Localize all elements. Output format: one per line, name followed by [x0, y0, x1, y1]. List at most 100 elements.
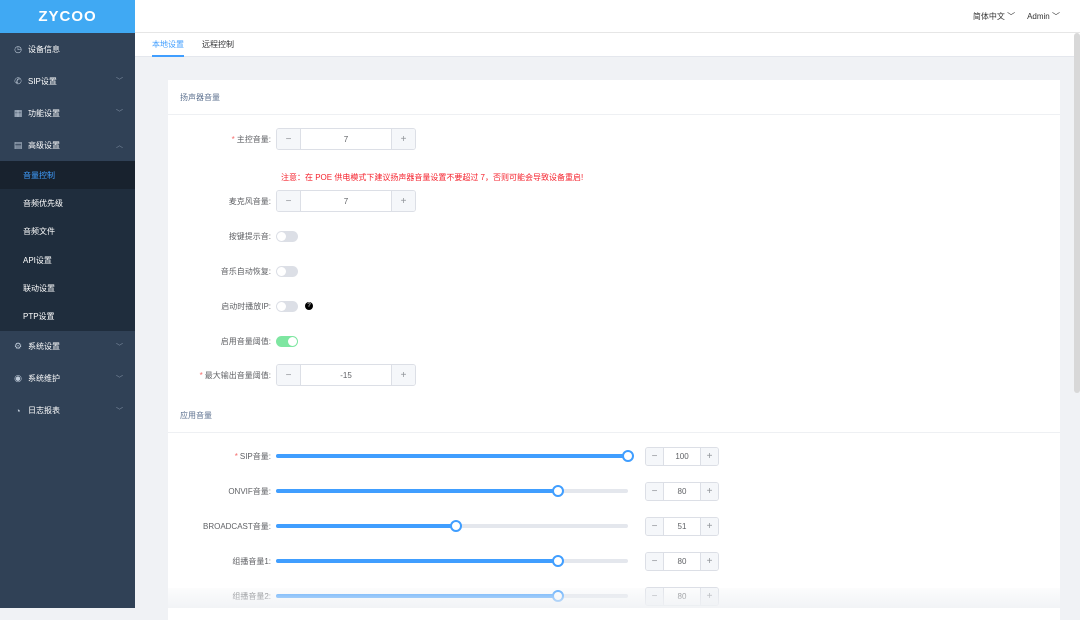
decrement-button[interactable]: − — [277, 129, 300, 149]
boot-ip-row: 启动时播放IP:? — [168, 295, 313, 317]
increment-button[interactable]: + — [701, 447, 718, 465]
volume-slider[interactable] — [276, 485, 628, 497]
chevron-down-icon: ﹀ — [1052, 11, 1060, 21]
decrement-button[interactable]: − — [646, 482, 663, 500]
scrollbar[interactable] — [1074, 33, 1080, 393]
menu-label: 日志报表 — [28, 406, 60, 416]
boot-ip-toggle[interactable] — [276, 300, 298, 312]
volume-stepper[interactable]: −80+ — [645, 481, 719, 501]
sidebar-item-maintenance[interactable]: ◉ 系统维护 ﹀ — [0, 363, 135, 395]
music-resume-toggle[interactable] — [276, 265, 298, 277]
app-volume-row: 组播音量1: −80 + — [168, 550, 719, 572]
menu-label: 系统设置 — [28, 342, 60, 352]
increment-button[interactable]: + — [392, 129, 415, 149]
threshold-enable-row: 启用音量阈值: — [168, 330, 298, 352]
sidebar-item-audio-files[interactable]: 音频文件 — [0, 218, 135, 246]
app-volume-row: * SIP音量: −100 + — [168, 445, 719, 467]
app-volume-row: BROADCAST音量: −51 + — [168, 515, 719, 537]
chevron-down-icon: ﹀ — [1007, 11, 1016, 21]
chevron-up-icon: ︿ — [116, 142, 123, 149]
decrement-button[interactable]: − — [277, 365, 300, 385]
section-title-speaker: 扬声器音量 — [168, 80, 1060, 115]
menu-label: 设备信息 — [28, 44, 60, 54]
chevron-down-icon: ﹀ — [116, 78, 123, 85]
volume-stepper[interactable]: −51 + — [645, 516, 719, 536]
app-volume-row: ONVIF音量: −80 + — [168, 480, 719, 502]
volume-input[interactable]: 51 — [663, 517, 701, 535]
user-dropdown[interactable]: Admin ﹀ — [1027, 11, 1060, 22]
tab-remote-control[interactable]: 远程控制 — [202, 33, 234, 57]
decrement-button[interactable]: − — [646, 517, 663, 535]
increment-button[interactable]: + — [392, 365, 415, 385]
sidebar-item-linkage[interactable]: 联动设置 — [0, 274, 135, 302]
sidebar-item-volume-control[interactable]: 音量控制 — [0, 161, 135, 190]
user-label: Admin — [1027, 11, 1050, 21]
chevron-down-icon: ﹀ — [116, 407, 123, 415]
chevron-down-icon: ﹀ — [116, 375, 123, 383]
sidebar-item-audio-priority[interactable]: 音频优先级 — [0, 189, 135, 217]
menu-label: 系统维护 — [28, 374, 60, 384]
slider-handle[interactable] — [551, 555, 564, 567]
decrement-button[interactable]: − — [277, 191, 300, 211]
gear-icon: ⚙ — [13, 341, 23, 352]
language-dropdown[interactable]: 简体中文 ﹀ — [973, 11, 1015, 22]
volume-slider[interactable] — [276, 520, 628, 532]
scroll-fade — [135, 588, 1080, 608]
increment-button[interactable]: + — [701, 552, 718, 570]
top-header: 简体中文 ﹀ Admin ﹀ — [135, 0, 1080, 33]
slider-fill — [276, 524, 456, 528]
grid-icon: ▦ — [13, 107, 23, 118]
help-icon[interactable]: ? — [305, 302, 313, 310]
slider-label: ONVIF音量: — [168, 486, 276, 497]
tab-local-settings[interactable]: 本地设置 — [152, 33, 184, 57]
volume-slider[interactable] — [276, 450, 634, 462]
maintenance-icon: ◉ — [14, 373, 22, 384]
master-volume-stepper[interactable]: −7 + — [276, 128, 416, 150]
slider-handle[interactable] — [551, 485, 564, 497]
decrement-button[interactable]: − — [646, 552, 663, 570]
sidebar-item-ptp[interactable]: PTP设置 — [0, 302, 135, 330]
volume-stepper[interactable]: −100 + — [645, 446, 719, 466]
slider-fill — [276, 454, 628, 458]
advanced-submenu: 音量控制 音频优先级 音频文件 API设置 联动设置 PTP设置 — [0, 161, 135, 331]
key-tone-row: 按键提示音: — [168, 225, 298, 247]
sidebar-item-sip[interactable]: ✆ SIP设置 ﹀ — [0, 65, 135, 97]
volume-input[interactable]: 80 — [663, 482, 701, 500]
master-volume-input[interactable]: 7 — [300, 129, 392, 149]
master-volume-row: * 主控音量: −7 + — [168, 128, 416, 150]
master-volume-label: * 主控音量: — [231, 134, 271, 144]
slider-handle[interactable] — [449, 520, 462, 532]
slider-handle[interactable] — [622, 450, 634, 462]
volume-input[interactable]: 100 — [663, 447, 701, 465]
slider-fill — [276, 489, 558, 493]
threshold-enable-toggle[interactable] — [276, 335, 298, 347]
chevron-down-icon: ﹀ — [116, 343, 123, 351]
tabs: 本地设置 远程控制 — [135, 33, 1080, 57]
max-output-stepper[interactable]: − -15 + — [276, 364, 416, 386]
mic-volume-input[interactable]: 7 — [300, 191, 392, 211]
volume-slider[interactable] — [276, 555, 628, 567]
mic-volume-row: 麦克风音量: −7 + — [168, 190, 416, 212]
increment-button[interactable]: + — [701, 482, 718, 500]
key-tone-toggle[interactable] — [276, 230, 298, 242]
increment-button[interactable]: + — [701, 517, 718, 535]
max-output-input[interactable]: -15 — [300, 365, 392, 385]
sidebar-item-function[interactable]: ▦ 功能设置 ﹀ — [0, 97, 135, 129]
sidebar-item-system[interactable]: ⚙ 系统设置 ﹀ — [0, 331, 135, 363]
mic-volume-stepper[interactable]: −7 + — [276, 190, 416, 212]
sidebar-item-api[interactable]: API设置 — [0, 246, 135, 274]
sidebar-item-logs[interactable]: ◔ 日志报表 ﹀ — [0, 395, 135, 427]
mic-volume-label: 麦克风音量: — [228, 196, 271, 206]
max-output-label: * 最大输出音量阈值: — [199, 370, 271, 380]
sidebar-item-device-info[interactable]: ◷ 设备信息 — [0, 33, 135, 65]
logo: ZYCOO — [0, 0, 135, 33]
decrement-button[interactable]: − — [646, 447, 663, 465]
max-output-row: * 最大输出音量阈值: − -15 + — [168, 364, 416, 386]
slider-fill — [276, 559, 558, 563]
increment-button[interactable]: + — [392, 191, 415, 211]
threshold-enable-label: 启用音量阈值: — [220, 336, 271, 346]
sidebar-item-advanced[interactable]: ▤ 高级设置 ︿ — [0, 129, 135, 161]
volume-input[interactable]: 80 — [663, 552, 701, 570]
volume-stepper[interactable]: −80+ — [645, 551, 719, 571]
label-text: 最大输出音量阈值: — [204, 370, 271, 380]
